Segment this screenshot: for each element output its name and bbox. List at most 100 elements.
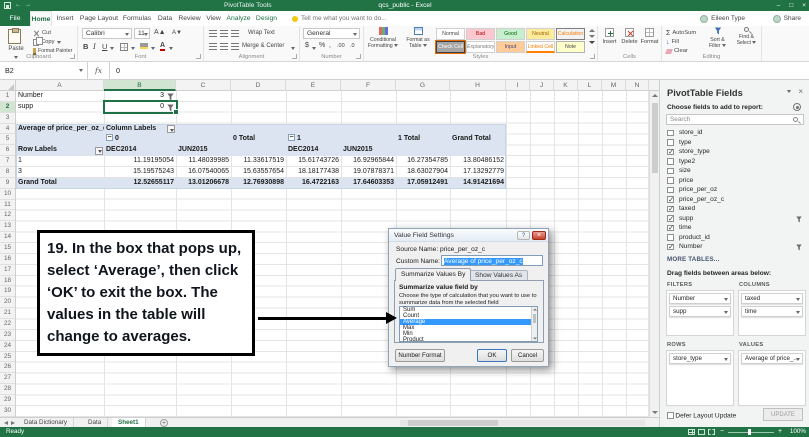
field-price-per-oz-c[interactable]: price_per_oz_c bbox=[666, 195, 804, 205]
cell-A7[interactable]: 1 bbox=[16, 156, 104, 167]
decrease-decimal-icon[interactable]: .0 bbox=[350, 43, 355, 49]
gallery-up-icon[interactable] bbox=[588, 29, 595, 32]
column-labels-dropdown-icon[interactable] bbox=[167, 125, 175, 134]
scroll-up-icon[interactable] bbox=[651, 94, 658, 97]
col-header-B[interactable]: B bbox=[104, 80, 176, 91]
column-chip-taxed[interactable]: taxed bbox=[741, 293, 803, 304]
gallery-down-icon[interactable] bbox=[588, 35, 595, 38]
tab-home[interactable]: Home bbox=[30, 11, 52, 26]
checkbox[interactable] bbox=[667, 195, 674, 204]
cell-F6[interactable]: JUN2015 bbox=[341, 145, 396, 156]
cell-C6[interactable]: JUN2015 bbox=[176, 145, 231, 156]
new-sheet-button[interactable]: + bbox=[160, 418, 168, 427]
align-center-icon[interactable] bbox=[220, 43, 228, 50]
find-select-button[interactable]: Find & Select bbox=[733, 27, 760, 46]
checkbox[interactable] bbox=[667, 242, 674, 251]
filter-chip-number[interactable]: Number bbox=[669, 293, 731, 304]
fill-button[interactable]: ↓ Fill bbox=[666, 38, 679, 46]
font-name-select[interactable]: Calibri bbox=[82, 28, 132, 39]
save-icon[interactable] bbox=[4, 2, 11, 9]
col-header-H[interactable]: H bbox=[450, 80, 506, 91]
tab-review[interactable]: Review bbox=[176, 11, 203, 26]
field-taxed[interactable]: taxed bbox=[666, 204, 804, 214]
column-chip-time[interactable]: time bbox=[741, 306, 803, 317]
row-headers[interactable]: 1 2 3 4 5 6 7 8 9 10 11 12 13 14 15 16 17 18 19 20 21 22 23 24 2… bbox=[0, 91, 16, 417]
style-good[interactable]: Good bbox=[496, 28, 525, 40]
cell-D8[interactable]: 15.63557654 bbox=[231, 167, 286, 178]
name-box[interactable]: B2 bbox=[0, 62, 88, 79]
cell-E9[interactable]: 16.4722163 bbox=[286, 178, 341, 189]
currency-icon[interactable]: $ bbox=[305, 42, 309, 49]
align-top-icon[interactable] bbox=[209, 30, 217, 37]
col-header-M[interactable]: M bbox=[602, 80, 626, 91]
cell-A1[interactable]: Number bbox=[16, 91, 104, 102]
redo-icon[interactable]: → bbox=[25, 1, 31, 10]
col-header-N[interactable]: N bbox=[626, 80, 649, 91]
style-normal[interactable]: Normal bbox=[436, 28, 465, 40]
cell-B4-column-labels[interactable]: Column Labels bbox=[104, 124, 176, 135]
columns-well[interactable]: taxed time bbox=[738, 290, 806, 336]
field-size[interactable]: size bbox=[666, 166, 804, 176]
cell-A2[interactable]: supp bbox=[16, 102, 104, 113]
gallery-scroll-buttons[interactable] bbox=[588, 29, 595, 53]
borders-icon[interactable] bbox=[120, 43, 128, 51]
tell-me-box[interactable]: Tell me what you want to do... bbox=[292, 11, 387, 26]
col-header-J[interactable]: J bbox=[530, 80, 554, 91]
sheet-tab-data[interactable]: Data bbox=[82, 418, 109, 427]
cell-A4[interactable]: Average of price_per_oz_c bbox=[16, 124, 104, 135]
align-right-icon[interactable] bbox=[231, 43, 239, 50]
tab-design[interactable]: Design bbox=[253, 11, 280, 26]
cell-H7[interactable]: 13.80486152 bbox=[450, 156, 506, 167]
zoom-level[interactable]: 100% bbox=[790, 427, 806, 437]
tab-page-layout[interactable]: Page Layout bbox=[78, 11, 120, 26]
collapse-icon[interactable] bbox=[288, 134, 295, 142]
styles-dialog-launcher[interactable] bbox=[590, 54, 595, 59]
listbox-scroll-thumb[interactable] bbox=[533, 314, 536, 323]
sheet-tab-data-dictionary[interactable]: Data Dictionary bbox=[18, 418, 75, 427]
maximize-button[interactable]: □ bbox=[789, 0, 793, 11]
cell-G7[interactable]: 16.27354785 bbox=[396, 156, 450, 167]
cell-E7[interactable]: 15.61743726 bbox=[286, 156, 341, 167]
row-chip-store-type[interactable]: store_type bbox=[669, 353, 731, 364]
merge-center-button[interactable]: Merge & Center bbox=[242, 43, 284, 49]
col-header-C[interactable]: C bbox=[176, 80, 231, 91]
cancel-button[interactable]: Cancel bbox=[511, 349, 544, 362]
font-color-icon[interactable]: A bbox=[160, 42, 166, 51]
col-header-G[interactable]: G bbox=[396, 80, 450, 91]
font-dialog-launcher[interactable] bbox=[196, 54, 201, 59]
field-type2[interactable]: type2 bbox=[666, 157, 804, 167]
format-as-table-button[interactable]: Format as Table bbox=[402, 27, 434, 53]
cell-C7[interactable]: 11.48039985 bbox=[176, 156, 231, 167]
align-left-icon[interactable] bbox=[209, 43, 217, 50]
alignment-dialog-launcher[interactable] bbox=[292, 54, 297, 59]
cell-E8[interactable]: 18.18177438 bbox=[286, 167, 341, 178]
field-supp[interactable]: supp bbox=[666, 214, 804, 224]
tab-data[interactable]: Data bbox=[154, 11, 176, 26]
tab-file[interactable]: File bbox=[0, 11, 30, 26]
sheet-prev-icon[interactable] bbox=[4, 420, 8, 425]
field-store-type[interactable]: store_type bbox=[666, 147, 804, 157]
align-middle-icon[interactable] bbox=[220, 30, 228, 37]
cell-G5[interactable]: 1 Total bbox=[396, 134, 450, 145]
hscroll-thumb[interactable] bbox=[408, 420, 498, 426]
col-header-A[interactable]: A bbox=[16, 80, 104, 91]
checkbox[interactable] bbox=[667, 204, 674, 213]
listbox-scroll-down-icon[interactable] bbox=[532, 337, 538, 340]
col-header-D[interactable]: D bbox=[231, 80, 286, 91]
listbox-scroll-up-icon[interactable] bbox=[532, 308, 538, 311]
bold-button[interactable]: B bbox=[83, 42, 88, 51]
select-all-corner[interactable] bbox=[0, 80, 16, 91]
col-header-E[interactable]: E bbox=[286, 80, 341, 91]
italic-button[interactable]: I bbox=[93, 42, 96, 51]
tab-view[interactable]: View bbox=[203, 11, 224, 26]
delete-cells-button[interactable]: Delete bbox=[620, 28, 639, 45]
style-explanatory[interactable]: Explanatory... bbox=[466, 41, 495, 53]
search-input[interactable] bbox=[666, 114, 804, 125]
field-product-id[interactable]: product_id bbox=[666, 233, 804, 243]
horizontal-scrollbar[interactable] bbox=[400, 420, 645, 426]
number-format-select[interactable]: General bbox=[303, 28, 360, 39]
cell-B8[interactable]: 15.19575243 bbox=[104, 167, 176, 178]
listbox-scrollbar[interactable] bbox=[531, 307, 538, 341]
dialog-close-button[interactable]: × bbox=[532, 231, 546, 240]
cell-G9[interactable]: 17.05912491 bbox=[396, 178, 450, 189]
